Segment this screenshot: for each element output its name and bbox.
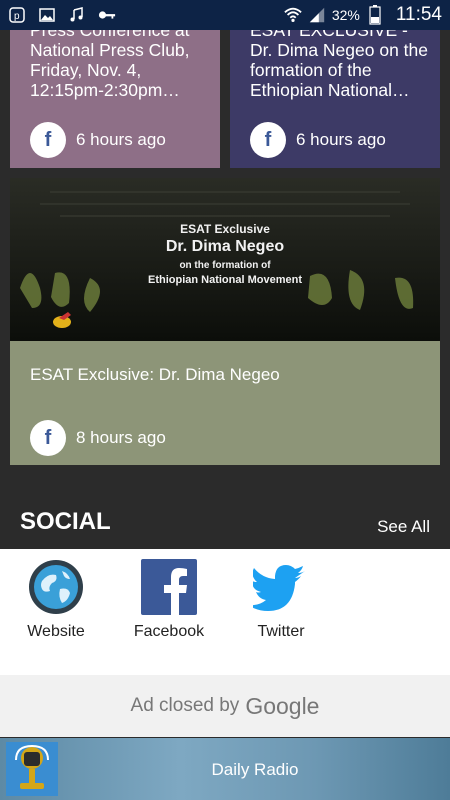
section-heading-social: SOCIAL: [20, 508, 111, 535]
thumbnail-caption: Dr. Dima Negeo: [165, 238, 285, 255]
thumbnail-caption: on the formation of: [179, 260, 271, 271]
facebook-icon: f: [250, 122, 286, 158]
signal-icon: [308, 6, 326, 24]
image-icon: [38, 6, 56, 24]
feed: Press Conference at National Press Club,…: [0, 30, 450, 800]
post-title: ESAT Exclusive: Dr. Dima Negeo: [30, 365, 280, 384]
post-text: ESAT EXCLUSIVE - Dr. Dima Negeo on the f…: [250, 30, 429, 100]
social-links-panel: Website Facebook Twitter: [0, 549, 450, 675]
post-card[interactable]: Press Conference at National Press Club,…: [10, 30, 220, 168]
post-meta: f 6 hours ago: [250, 122, 386, 158]
post-time: 6 hours ago: [76, 130, 166, 149]
see-all-link[interactable]: See All: [377, 517, 430, 537]
wifi-icon: [284, 6, 302, 24]
social-link-label: Twitter: [257, 623, 305, 640]
post-time: 8 hours ago: [76, 428, 166, 447]
post-meta: f 8 hours ago: [30, 420, 166, 456]
radio-title: Daily Radio: [211, 760, 299, 779]
clock: 11:54: [395, 4, 442, 25]
post-card-featured[interactable]: ESAT Exclusive Dr. Dima Negeo on the for…: [10, 178, 440, 465]
music-note-icon: [68, 6, 86, 24]
facebook-icon: f: [30, 420, 66, 456]
battery-icon: [366, 5, 384, 25]
post-card[interactable]: ESAT EXCLUSIVE - Dr. Dima Negeo on the f…: [230, 30, 440, 168]
globe-icon: [28, 559, 84, 615]
facebook-icon: [141, 559, 197, 615]
facebook-icon: f: [30, 122, 66, 158]
p-app-icon: p: [8, 6, 26, 24]
ad-closed-text: Ad closed by: [130, 695, 240, 716]
svg-text:p: p: [14, 11, 20, 22]
post-meta: f 6 hours ago: [30, 122, 166, 158]
ad-banner: Ad closed by Google: [0, 675, 450, 737]
social-link-label: Website: [27, 623, 85, 640]
google-logo: Google: [245, 692, 320, 719]
social-link-facebook[interactable]: Facebook: [114, 559, 224, 641]
thumbnail-caption: Ethiopian National Movement: [147, 274, 302, 286]
radio-player-bar[interactable]: Daily Radio: [0, 738, 450, 800]
twitter-icon: [248, 559, 309, 615]
social-link-label: Facebook: [133, 623, 205, 640]
status-bar: p 32% 11:54: [0, 0, 450, 30]
thumbnail-caption: ESAT Exclusive: [180, 222, 270, 236]
post-thumbnail: ESAT Exclusive Dr. Dima Negeo on the for…: [10, 178, 440, 341]
key-icon: [98, 6, 116, 24]
post-time: 6 hours ago: [296, 130, 386, 149]
battery-percent: 32%: [331, 7, 360, 23]
post-text: Press Conference at National Press Club,…: [30, 30, 190, 100]
social-link-website[interactable]: Website: [1, 559, 111, 641]
social-link-twitter[interactable]: Twitter: [226, 559, 336, 641]
